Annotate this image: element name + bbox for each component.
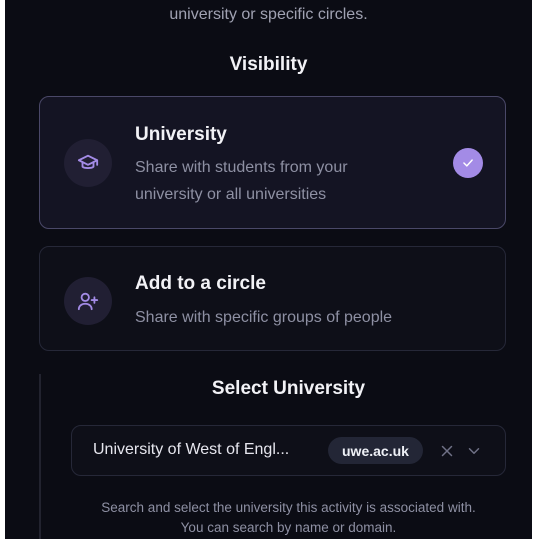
option-university-card[interactable]: University Share with students from your…: [39, 96, 506, 229]
select-university-heading: Select University: [211, 378, 366, 399]
intro-text: university or specific circles.: [169, 6, 368, 23]
selected-check-icon: [453, 148, 483, 178]
selected-university-value: University of West of Engl...: [93, 441, 290, 458]
option-title: Add to a circle: [135, 273, 266, 294]
select-help-text: Search and select the university this ac…: [45, 498, 532, 538]
chevron-down-icon[interactable]: [465, 442, 483, 460]
graduation-cap-icon: [64, 139, 112, 187]
help-line: Search and select the university this ac…: [101, 500, 476, 515]
divider-line: [39, 374, 41, 539]
option-circle-card[interactable]: Add to a circle Share with specific grou…: [39, 246, 506, 351]
visibility-heading: Visibility: [229, 54, 308, 75]
university-select[interactable]: University of West of Engl... uwe.ac.uk: [71, 425, 506, 476]
clear-icon[interactable]: [438, 442, 456, 460]
help-line: You can search by name or domain.: [180, 520, 397, 535]
option-description: Share with specific groups of people: [135, 309, 393, 326]
user-plus-icon: [64, 277, 112, 325]
visibility-panel: university or specific circles. Visibili…: [5, 0, 532, 539]
option-description: Share with students from your university…: [135, 159, 348, 203]
domain-badge: uwe.ac.uk: [328, 437, 423, 464]
option-title: University: [135, 124, 227, 145]
